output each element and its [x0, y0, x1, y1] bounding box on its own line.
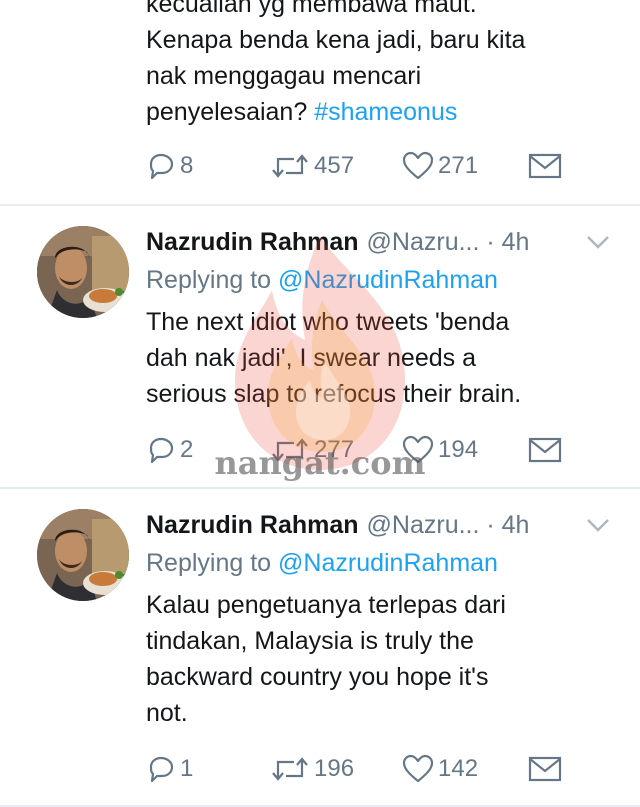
- heart-icon: [402, 754, 434, 783]
- replying-prefix: Replying to: [146, 549, 279, 577]
- user-handle-time: @Nazru... · 4h: [366, 510, 530, 539]
- chevron-down-icon[interactable]: [584, 232, 612, 252]
- tweet-header: Nazrudin Rahman @Nazru... · 4h: [146, 505, 529, 545]
- reply-icon: [149, 437, 174, 464]
- reply-button[interactable]: 2: [146, 430, 193, 470]
- reply-count: 1: [180, 755, 194, 782]
- tweet-3-text: Kalau pengetuanya terlepas dari tindakan…: [146, 587, 616, 731]
- replying-to: Replying to @NazrudinRahman: [146, 545, 498, 581]
- tweet-text-line: penyelesaian? #shameonus: [146, 94, 616, 130]
- like-button[interactable]: 271: [402, 146, 478, 186]
- like-button[interactable]: 194: [402, 430, 478, 470]
- heart-icon: [402, 151, 434, 180]
- message-button[interactable]: [528, 430, 562, 470]
- replying-prefix: Replying to: [146, 266, 279, 294]
- user-name[interactable]: Nazrudin Rahman: [146, 511, 359, 540]
- tweet-3[interactable]: Nazrudin Rahman @Nazru... · 4h Replying …: [0, 489, 640, 807]
- tweet-text-line: kecualian yg membawa maut.: [146, 0, 477, 18]
- envelope-icon: [528, 153, 562, 179]
- user-handle-time: @Nazru... · 4h: [366, 227, 530, 256]
- retweet-button[interactable]: 196: [270, 749, 354, 789]
- tweet-text-line: nak menggagau mencari: [146, 62, 422, 90]
- retweet-count: 277: [314, 436, 355, 463]
- message-button[interactable]: [528, 146, 562, 186]
- replying-to: Replying to @NazrudinRahman: [146, 262, 498, 298]
- reply-icon: [149, 756, 174, 783]
- hashtag-link[interactable]: #shameonus: [314, 98, 457, 126]
- reply-button[interactable]: 1: [146, 749, 193, 789]
- tweet-text-line: dah nak jadi', I swear needs a: [146, 344, 476, 372]
- tweet-text-fragment: penyelesaian?: [146, 98, 315, 126]
- tweet-2-text: The next idiot who tweets 'benda dah nak…: [146, 304, 616, 412]
- retweet-count: 457: [314, 152, 355, 179]
- mention-link[interactable]: @NazrudinRahman: [278, 266, 498, 294]
- tweet-header: Nazrudin Rahman @Nazru... · 4h: [146, 222, 529, 262]
- mention-link[interactable]: @NazrudinRahman: [278, 549, 498, 577]
- like-count: 271: [438, 152, 479, 179]
- message-button[interactable]: [528, 749, 562, 789]
- user-name[interactable]: Nazrudin Rahman: [146, 228, 359, 257]
- retweet-icon: [272, 154, 308, 178]
- retweet-button[interactable]: 277: [270, 430, 354, 470]
- envelope-icon: [528, 756, 562, 782]
- tweet-actions: 2 277 194: [0, 430, 640, 470]
- reply-icon: [149, 153, 174, 180]
- chevron-down-icon[interactable]: [584, 515, 612, 535]
- tweet-2[interactable]: Nazrudin Rahman @Nazru... · 4h Replying …: [0, 206, 640, 487]
- tweet-text-line: serious slap to refocus their brain.: [146, 380, 522, 408]
- tweet-text-line: The next idiot who tweets 'benda: [146, 308, 510, 336]
- tweet-text-line: Kalau pengetuanya terlepas dari: [146, 591, 506, 619]
- heart-icon: [402, 435, 434, 464]
- tweet-1-text: kecualian yg membawa maut. Kenapa benda …: [146, 0, 616, 130]
- retweet-icon: [272, 757, 308, 781]
- tweet-text-line: backward country you hope it's: [146, 663, 489, 691]
- reply-count: 2: [180, 436, 194, 463]
- reply-count: 8: [180, 152, 194, 179]
- like-button[interactable]: 142: [402, 749, 478, 789]
- tweet-actions: 8 457 271: [0, 146, 640, 186]
- like-count: 194: [438, 436, 479, 463]
- avatar[interactable]: [37, 509, 129, 601]
- tweet-text-line: Kenapa benda kena jadi, baru kita: [146, 26, 526, 54]
- tweet-text-line: tindakan, Malaysia is truly the: [146, 627, 474, 655]
- avatar[interactable]: [37, 226, 129, 318]
- tweet-1[interactable]: kecualian yg membawa maut. Kenapa benda …: [0, 0, 640, 205]
- like-count: 142: [438, 755, 479, 782]
- tweet-actions: 1 196 142: [0, 749, 640, 789]
- retweet-icon: [272, 438, 308, 462]
- tweet-text-line: not.: [146, 699, 188, 727]
- retweet-count: 196: [314, 755, 355, 782]
- retweet-button[interactable]: 457: [270, 146, 354, 186]
- reply-button[interactable]: 8: [146, 146, 193, 186]
- envelope-icon: [528, 437, 562, 463]
